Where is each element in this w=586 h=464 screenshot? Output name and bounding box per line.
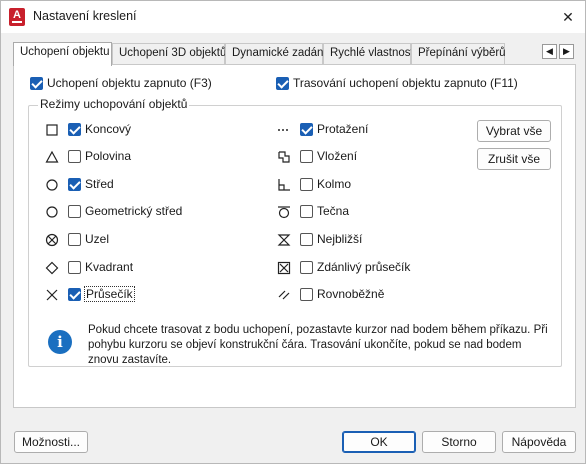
intersection-checkbox[interactable] (68, 288, 81, 301)
extension-icon (278, 129, 288, 131)
apparent-intersection-icon (277, 261, 291, 275)
help-button[interactable]: Nápověda (502, 431, 576, 453)
tab-object-snap[interactable]: Uchopení objektu (13, 42, 112, 66)
intersection-label: Průsečík (84, 286, 135, 302)
ok-button[interactable]: OK (342, 431, 416, 453)
snap-modes-group-title: Režimy uchopování objektů (38, 97, 190, 111)
select-all-button[interactable]: Vybrat vše (477, 120, 551, 142)
node-checkbox[interactable] (68, 233, 81, 246)
intersection-icon (46, 289, 58, 301)
clear-all-button[interactable]: Zrušit vše (477, 148, 551, 170)
info-icon: i (48, 330, 72, 354)
insertion-checkbox[interactable] (300, 150, 313, 163)
endpoint-icon (46, 124, 58, 136)
nearest-checkbox[interactable] (300, 233, 313, 246)
node-label: Uzel (85, 232, 110, 246)
insertion-label: Vložení (317, 149, 358, 163)
title-bar: A Nastavení kreslení ✕ (1, 1, 585, 33)
parallel-icon (278, 290, 290, 300)
center-label: Střed (85, 177, 114, 191)
parallel-checkbox[interactable] (300, 288, 313, 301)
tab-scroll-left-button[interactable]: ◀ (542, 44, 557, 59)
midpoint-checkbox[interactable] (68, 150, 81, 163)
extension-checkbox[interactable] (300, 123, 313, 136)
center-icon (46, 179, 58, 191)
nearest-label: Nejbližší (317, 232, 363, 246)
extension-label: Protažení (317, 122, 369, 136)
tab-dynamic-input[interactable]: Dynamické zadání (225, 43, 327, 65)
drafting-settings-dialog: A Nastavení kreslení ✕ Uchopení objektu … (0, 0, 586, 464)
node-icon (45, 233, 59, 247)
close-button[interactable]: ✕ (555, 5, 581, 29)
perpendicular-icon (278, 179, 290, 191)
nearest-icon (277, 234, 291, 246)
parallel-label: Rovnoběžně (317, 287, 385, 301)
quadrant-label: Kvadrant (85, 260, 134, 274)
tangent-icon (278, 206, 290, 219)
perpendicular-label: Kolmo (317, 177, 352, 191)
insertion-icon (278, 151, 290, 163)
apparent-intersection-label: Zdánlivý průsečík (317, 260, 411, 274)
tab-3d-object-snap[interactable]: Uchopení 3D objektů (112, 43, 226, 65)
center-checkbox[interactable] (68, 178, 81, 191)
tangent-label: Tečna (317, 204, 350, 218)
otrack-on-label: Trasování uchopení objektu zapnuto (F11) (293, 76, 518, 90)
object-snap-panel: Uchopení objektu zapnuto (F3) Trasování … (13, 64, 576, 408)
geometric-center-icon (46, 206, 58, 218)
apparent-intersection-checkbox[interactable] (300, 261, 313, 274)
info-text: Pokud chcete trasovat z bodu uchopení, p… (88, 324, 548, 366)
midpoint-label: Polovina (85, 149, 132, 163)
tab-selection-cycling[interactable]: Přepínání výběrů (411, 43, 506, 65)
autocad-app-icon: A (9, 8, 25, 26)
quadrant-checkbox[interactable] (68, 261, 81, 274)
quadrant-icon (45, 261, 59, 275)
endpoint-checkbox[interactable] (68, 123, 81, 136)
endpoint-label: Koncový (85, 122, 132, 136)
perpendicular-checkbox[interactable] (300, 178, 313, 191)
geometric-center-label: Geometrický střed (85, 204, 183, 218)
midpoint-icon (45, 150, 59, 163)
osnap-on-label: Uchopení objektu zapnuto (F3) (47, 76, 212, 90)
cancel-button[interactable]: Storno (422, 431, 496, 453)
osnap-on-checkbox[interactable] (30, 77, 43, 90)
geometric-center-checkbox[interactable] (68, 205, 81, 218)
options-button[interactable]: Možnosti... (14, 431, 88, 453)
tangent-checkbox[interactable] (300, 205, 313, 218)
tab-quick-properties[interactable]: Rychlé vlastnosti (323, 43, 416, 65)
tab-scroll-right-button[interactable]: ▶ (559, 44, 574, 59)
otrack-on-checkbox[interactable] (276, 77, 289, 90)
window-title: Nastavení kreslení (33, 9, 137, 23)
